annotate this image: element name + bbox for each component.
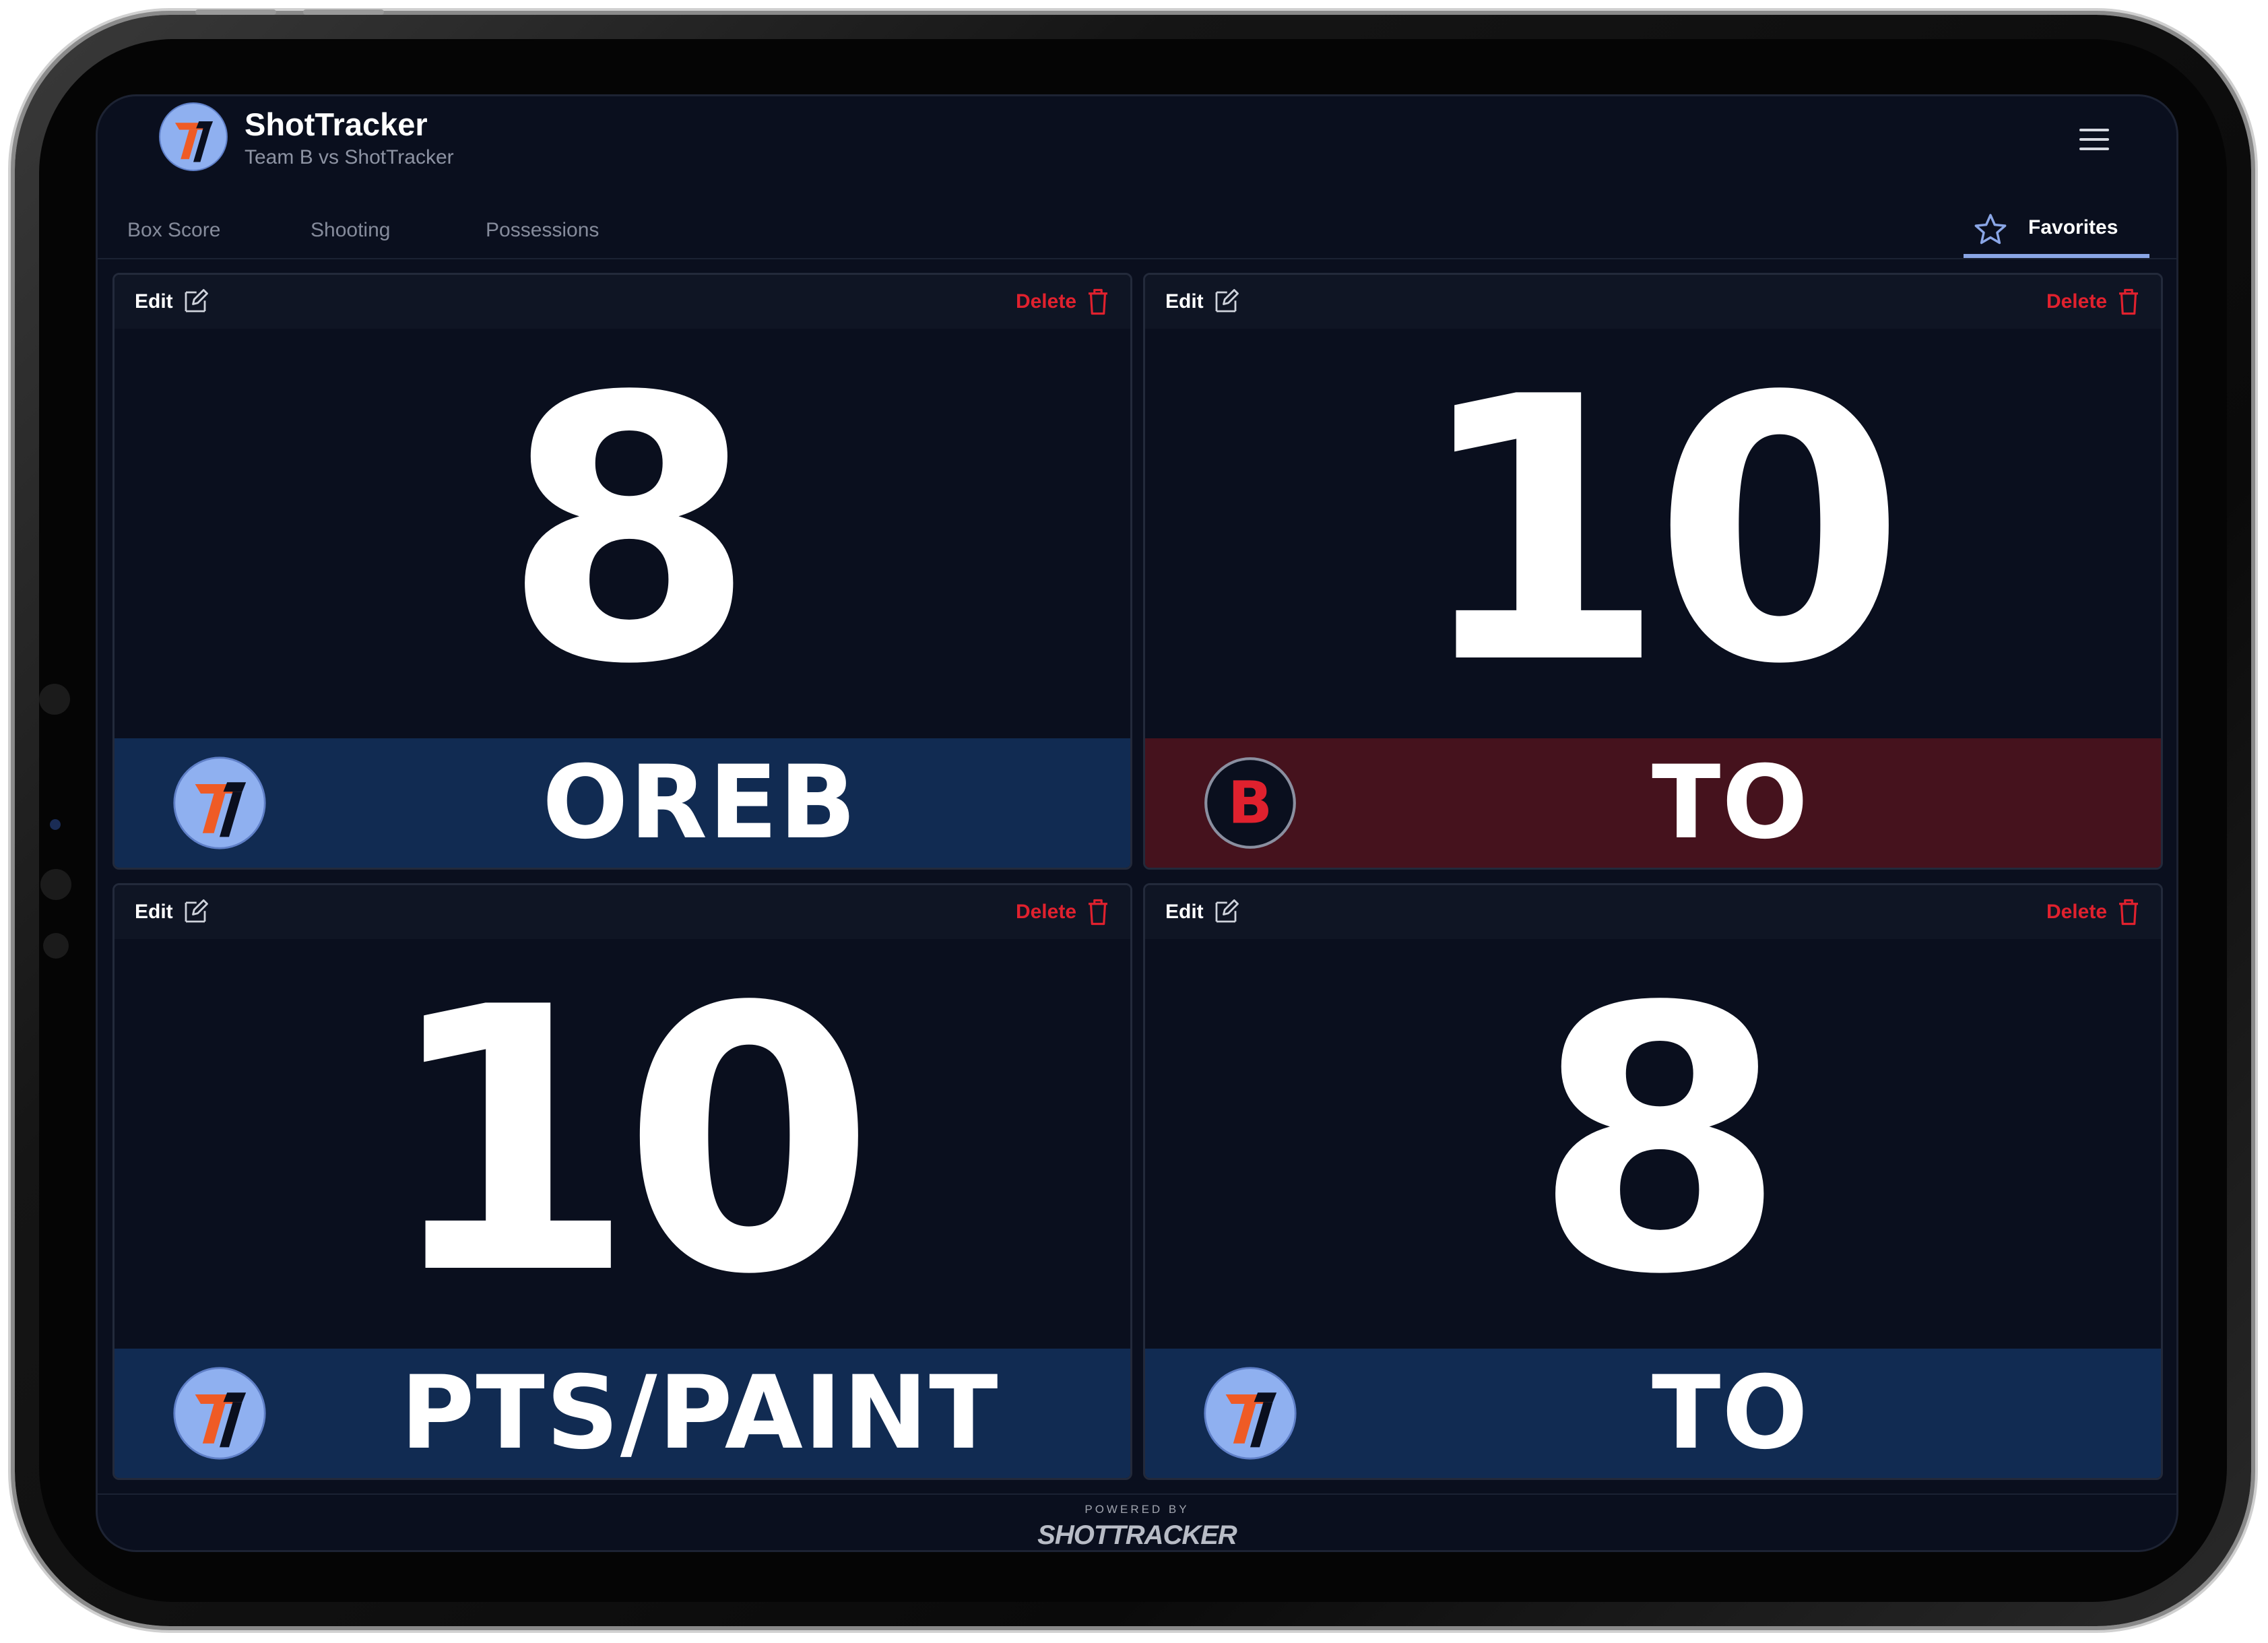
tab-shooting[interactable]: Shooting bbox=[311, 219, 390, 242]
tab-favorites-label: Favorites bbox=[2028, 216, 2118, 238]
stat-name: TO bbox=[1652, 1355, 1809, 1472]
sensor bbox=[39, 684, 70, 715]
stat-name: PTS/PAINT bbox=[400, 1355, 1000, 1472]
stat-value: 8 bbox=[1533, 931, 1786, 1354]
shottracker-wordmark: SHOTTRACKER bbox=[1037, 1520, 1237, 1550]
app-header: ShotTracker Team B vs ShotTracker Box Sc… bbox=[98, 96, 2176, 259]
delete-button[interactable]: Delete bbox=[2046, 897, 2141, 927]
shottracker-logo-icon bbox=[1204, 1367, 1297, 1460]
delete-label: Delete bbox=[1015, 290, 1076, 313]
delete-label: Delete bbox=[1015, 901, 1076, 923]
tab-bar: Box Score Shooting Possessions Favorites bbox=[98, 204, 2176, 259]
app-screen: ShotTracker Team B vs ShotTracker Box Sc… bbox=[96, 94, 2178, 1552]
edit-icon bbox=[1215, 899, 1239, 923]
delete-label: Delete bbox=[2046, 290, 2107, 313]
stat-name: TO bbox=[1652, 744, 1809, 862]
volume-button bbox=[195, 9, 276, 15]
edit-button[interactable]: Edit bbox=[135, 287, 209, 317]
stat-card: Edit Delete 10 B TO bbox=[1143, 273, 2163, 870]
edit-button[interactable]: Edit bbox=[1165, 287, 1240, 317]
powered-by-label: POWERED BY bbox=[1084, 1503, 1190, 1516]
tab-favorites[interactable]: Favorites bbox=[1964, 204, 2149, 258]
stat-value: 8 bbox=[503, 321, 756, 744]
shottracker-logo-icon bbox=[159, 102, 228, 171]
stat-card: Edit Delete 10 PTS/PAINT bbox=[112, 883, 1132, 1480]
edit-icon bbox=[185, 289, 208, 313]
delete-label: Delete bbox=[2046, 901, 2107, 923]
team-b-badge-text: B bbox=[1228, 769, 1272, 837]
sensor bbox=[40, 869, 71, 900]
stat-label-bar: OREB bbox=[115, 738, 1130, 868]
game-subtitle: Team B vs ShotTracker bbox=[245, 146, 454, 168]
edit-label: Edit bbox=[135, 901, 173, 923]
edit-label: Edit bbox=[1165, 901, 1204, 923]
sensor bbox=[43, 933, 69, 959]
team-b-logo-icon: B bbox=[1204, 757, 1296, 849]
edit-button[interactable]: Edit bbox=[135, 897, 209, 927]
stat-label-bar: PTS/PAINT bbox=[115, 1349, 1130, 1478]
edit-icon bbox=[185, 899, 208, 923]
stat-value: 10 bbox=[383, 931, 875, 1354]
stat-name: OREB bbox=[542, 744, 857, 862]
app-footer: POWERED BY SHOTTRACKER bbox=[98, 1493, 2176, 1550]
delete-button[interactable]: Delete bbox=[1016, 287, 1110, 317]
shottracker-logo-icon bbox=[173, 1367, 266, 1460]
stat-card: Edit Delete 8 OREB bbox=[112, 273, 1132, 870]
delete-button[interactable]: Delete bbox=[2046, 287, 2141, 317]
edit-label: Edit bbox=[135, 290, 173, 313]
stat-label-bar: B TO bbox=[1145, 738, 2161, 868]
star-icon bbox=[1974, 214, 2007, 245]
camera bbox=[50, 819, 61, 830]
stat-value: 10 bbox=[1413, 321, 1906, 744]
tab-possessions[interactable]: Possessions bbox=[486, 219, 599, 242]
trash-icon bbox=[2119, 288, 2138, 315]
app-title: ShotTracker bbox=[245, 106, 428, 142]
delete-button[interactable]: Delete bbox=[1016, 897, 1110, 927]
trash-icon bbox=[1089, 288, 1107, 315]
edit-label: Edit bbox=[1165, 290, 1204, 313]
tab-box-score[interactable]: Box Score bbox=[127, 219, 220, 242]
stat-card: Edit Delete 8 TO bbox=[1143, 883, 2163, 1480]
hamburger-menu-icon[interactable] bbox=[2079, 129, 2109, 152]
trash-icon bbox=[1089, 899, 1107, 926]
trash-icon bbox=[2119, 899, 2138, 926]
edit-button[interactable]: Edit bbox=[1165, 897, 1240, 927]
edit-icon bbox=[1215, 289, 1239, 313]
stat-label-bar: TO bbox=[1145, 1349, 2161, 1478]
shottracker-logo-icon bbox=[173, 756, 266, 849]
volume-button bbox=[303, 9, 384, 15]
